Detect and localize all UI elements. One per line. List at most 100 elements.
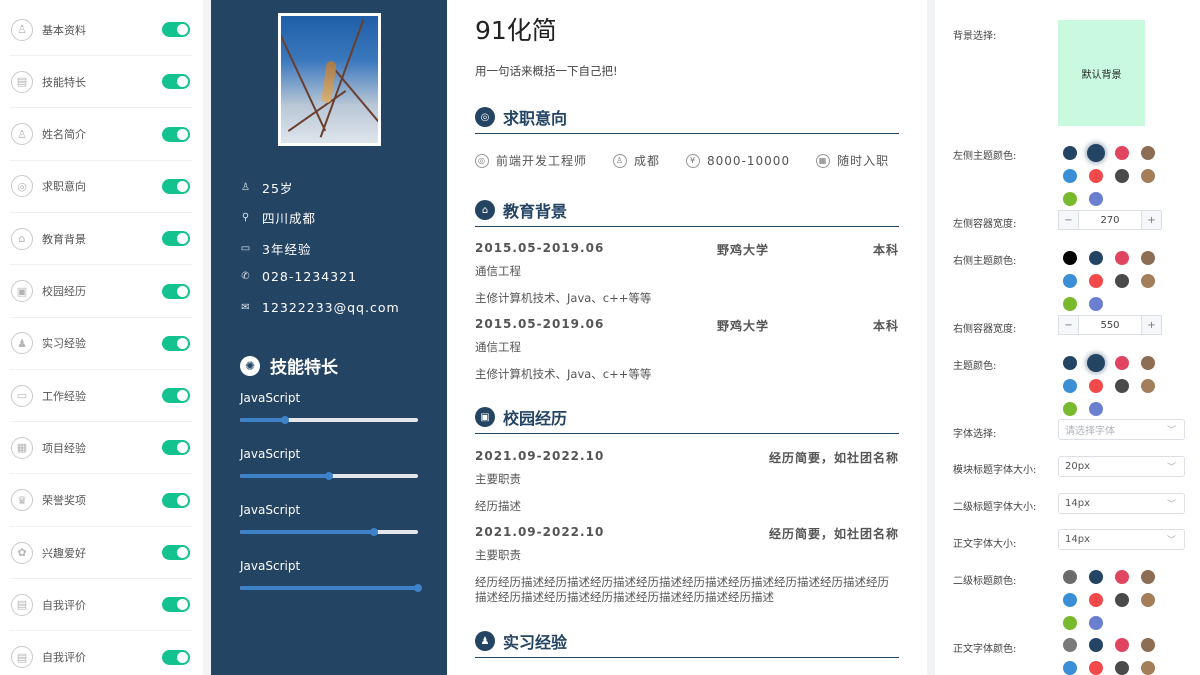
- education-entry[interactable]: 2015.05-2019.06 野鸡大学 本科 通信工程 主修计算机技术、Java、…: [475, 317, 899, 382]
- education-entry[interactable]: 2015.05-2019.06 野鸡大学 本科 通信工程 主修计算机技术、Java、…: [475, 241, 899, 306]
- default-background-option[interactable]: 默认背景: [1058, 20, 1145, 126]
- color-swatch[interactable]: [1089, 297, 1103, 311]
- skill-level-handle[interactable]: [280, 416, 289, 424]
- color-swatch[interactable]: [1063, 274, 1077, 288]
- left-width-label: 左侧容器宽度:: [953, 219, 1017, 230]
- color-swatch[interactable]: [1141, 274, 1155, 288]
- module-toggle[interactable]: [162, 492, 190, 508]
- font-select[interactable]: 请选择字体 ﹀: [1058, 419, 1185, 440]
- color-swatch[interactable]: [1115, 251, 1129, 265]
- module-item[interactable]: ♛ 荣誉奖项: [10, 475, 192, 527]
- color-swatch[interactable]: [1089, 616, 1103, 630]
- increment-button[interactable]: +: [1141, 211, 1161, 229]
- right-width-value[interactable]: 550: [1079, 320, 1141, 331]
- color-swatch[interactable]: [1115, 356, 1129, 370]
- skill-level-handle[interactable]: [325, 472, 333, 480]
- module-toggle[interactable]: [162, 126, 190, 142]
- color-swatch[interactable]: [1115, 169, 1129, 183]
- color-swatch[interactable]: [1063, 192, 1077, 206]
- module-item[interactable]: ▭ 工作经验: [10, 370, 192, 423]
- resume-name[interactable]: 91化简: [475, 11, 557, 47]
- color-swatch[interactable]: [1115, 638, 1129, 652]
- color-swatch[interactable]: [1141, 638, 1155, 652]
- color-swatch[interactable]: [1063, 616, 1077, 630]
- color-swatch[interactable]: [1115, 570, 1129, 584]
- color-swatch[interactable]: [1063, 661, 1077, 675]
- color-swatch[interactable]: [1089, 169, 1103, 183]
- color-swatch[interactable]: [1141, 169, 1155, 183]
- color-swatch[interactable]: [1063, 593, 1077, 607]
- campus-entry[interactable]: 2021.09-2022.10 经历简要，如社团名称 主要职责 经历经历描述经历描…: [475, 525, 899, 605]
- color-swatch[interactable]: [1089, 638, 1103, 652]
- sub-title-size-select[interactable]: 14px ﹀: [1058, 493, 1185, 514]
- module-item[interactable]: ✿ 兴趣爱好: [10, 527, 192, 579]
- color-swatch[interactable]: [1141, 379, 1155, 393]
- color-swatch[interactable]: [1089, 192, 1103, 206]
- module-toggle[interactable]: [162, 440, 190, 456]
- color-swatch[interactable]: [1063, 251, 1077, 265]
- right-width-stepper[interactable]: − 550 +: [1058, 315, 1162, 335]
- body-size-select[interactable]: 14px ﹀: [1058, 529, 1185, 550]
- color-swatch[interactable]: [1141, 251, 1155, 265]
- module-toggle[interactable]: [162, 335, 190, 351]
- color-swatch[interactable]: [1089, 593, 1103, 607]
- color-swatch[interactable]: [1063, 638, 1077, 652]
- left-width-stepper[interactable]: − 270 +: [1058, 210, 1162, 230]
- color-swatch[interactable]: [1063, 570, 1077, 584]
- module-item[interactable]: ♙ 姓名简介: [10, 109, 192, 161]
- module-toggle[interactable]: [162, 545, 190, 560]
- decrement-button[interactable]: −: [1059, 316, 1079, 334]
- module-toggle[interactable]: [162, 178, 190, 194]
- module-toggle[interactable]: [162, 22, 190, 37]
- module-item[interactable]: ♟ 实习经验: [10, 318, 192, 370]
- increment-button[interactable]: +: [1141, 316, 1161, 334]
- decrement-button[interactable]: −: [1059, 211, 1079, 229]
- color-swatch[interactable]: [1089, 402, 1103, 416]
- module-item[interactable]: ◎ 求职意向: [10, 161, 192, 213]
- module-toggle[interactable]: [162, 597, 190, 613]
- color-swatch[interactable]: [1063, 169, 1077, 183]
- color-swatch[interactable]: [1089, 570, 1103, 584]
- module-toggle[interactable]: [162, 388, 190, 404]
- module-toggle[interactable]: [162, 231, 190, 247]
- skill-level-handle[interactable]: [369, 528, 378, 536]
- module-item[interactable]: ▤ 技能特长: [10, 56, 192, 109]
- module-toggle[interactable]: [162, 283, 190, 299]
- color-swatch[interactable]: [1115, 593, 1129, 607]
- module-toggle[interactable]: [162, 649, 190, 665]
- module-toggle[interactable]: [162, 74, 190, 90]
- color-swatch[interactable]: [1115, 274, 1129, 288]
- sub-title-size-label: 二级标题字体大小:: [953, 502, 1037, 513]
- skill-level-handle[interactable]: [414, 584, 422, 592]
- color-swatch[interactable]: [1063, 379, 1077, 393]
- color-swatch[interactable]: [1063, 402, 1077, 416]
- color-swatch[interactable]: [1141, 146, 1155, 160]
- color-swatch[interactable]: [1089, 379, 1103, 393]
- module-item[interactable]: ▣ 校园经历: [10, 266, 192, 318]
- module-item[interactable]: ▦ 项目经验: [10, 422, 192, 475]
- module-title-size-select[interactable]: 20px ﹀: [1058, 456, 1185, 477]
- color-swatch[interactable]: [1063, 356, 1077, 370]
- color-swatch[interactable]: [1115, 661, 1129, 675]
- module-item[interactable]: ♙ 基本资料: [10, 4, 192, 56]
- campus-entry[interactable]: 2021.09-2022.10 经历简要，如社团名称 主要职责 经历描述: [475, 449, 899, 514]
- avatar[interactable]: [278, 13, 381, 146]
- module-item[interactable]: ⌂ 教育背景: [10, 213, 192, 266]
- color-swatch[interactable]: [1089, 274, 1103, 288]
- color-swatch[interactable]: [1141, 356, 1155, 370]
- color-swatch[interactable]: [1141, 570, 1155, 584]
- color-swatch[interactable]: [1089, 661, 1103, 675]
- color-swatch[interactable]: [1087, 144, 1105, 162]
- module-item[interactable]: ▤ 自我评价: [10, 632, 192, 675]
- color-swatch[interactable]: [1063, 297, 1077, 311]
- color-swatch[interactable]: [1115, 146, 1129, 160]
- resume-tagline[interactable]: 用一句话来概括一下自己把!: [475, 63, 618, 79]
- color-swatch[interactable]: [1063, 146, 1077, 160]
- color-swatch[interactable]: [1087, 354, 1105, 372]
- color-swatch[interactable]: [1115, 379, 1129, 393]
- color-swatch[interactable]: [1141, 661, 1155, 675]
- color-swatch[interactable]: [1141, 593, 1155, 607]
- module-item[interactable]: ▤ 自我评价: [10, 579, 192, 632]
- left-width-value[interactable]: 270: [1079, 215, 1141, 226]
- color-swatch[interactable]: [1089, 251, 1103, 265]
